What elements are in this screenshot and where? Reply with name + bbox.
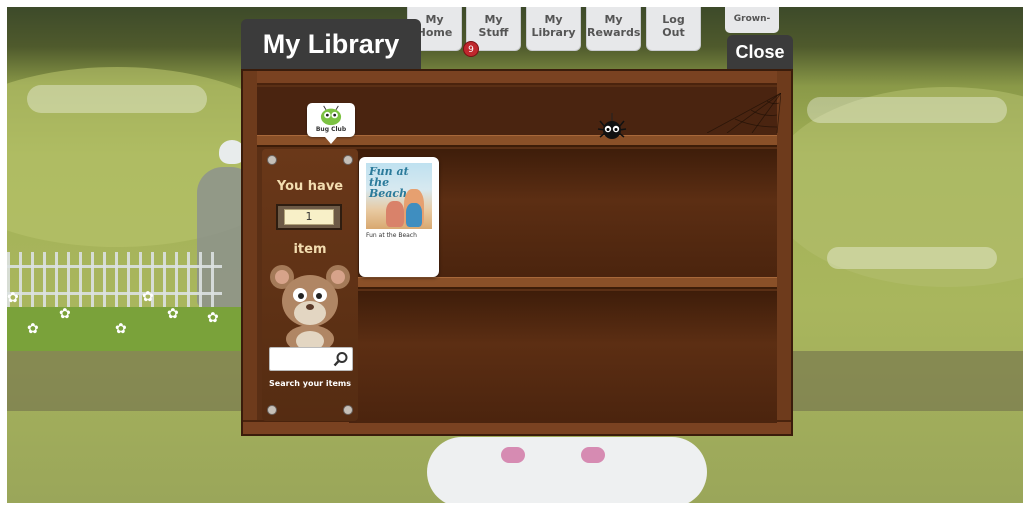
shelf-compartment-lower (357, 291, 777, 423)
close-button[interactable]: Close (727, 35, 793, 69)
bottom-cloud (427, 437, 707, 503)
item-count-value: 1 (284, 209, 334, 225)
bug-club-tab[interactable]: Bug Club (307, 103, 355, 144)
background-cloud (807, 97, 1007, 123)
flower-icon: ✿ (7, 290, 19, 306)
shelf-frame-left (243, 71, 257, 434)
nav-tab-line: My (484, 13, 503, 26)
spider-icon (597, 113, 627, 139)
nav-tab-my-library[interactable]: My Library (526, 7, 581, 51)
mouse-mascot-icon (270, 265, 350, 351)
nav-tab-my-rewards[interactable]: My Rewards (586, 7, 641, 51)
item-label: item (293, 242, 327, 257)
nav-tab-line: Out (662, 26, 685, 39)
flower-icon: ✿ (27, 321, 39, 337)
shelf-plank (357, 277, 777, 289)
character-foot (581, 447, 605, 463)
flower-icon: ✿ (142, 289, 154, 305)
nav-tab-line: Log (662, 13, 685, 26)
nav-tab-line: Rewards (587, 26, 641, 39)
book-cover-title: Fun at the Beach (369, 165, 409, 200)
flower-icon: ✿ (115, 321, 127, 337)
nav-tab-line: My (604, 13, 623, 26)
nav-tab-line: Stuff (478, 26, 509, 39)
fence (7, 252, 222, 312)
modal-title: My Library (241, 19, 421, 69)
item-count-frame: 1 (276, 204, 342, 230)
book-card[interactable]: Fun at the Beach Fun at the Beach (359, 157, 439, 277)
flower-icon: ✿ (207, 310, 219, 326)
grown-ups-button[interactable]: Grown-ups (725, 7, 779, 48)
book-cover-figure (406, 203, 422, 227)
search-input[interactable] (269, 347, 353, 371)
book-title: Fun at the Beach (366, 232, 417, 239)
notification-badge: 9 (463, 41, 479, 57)
bug-club-label: Bug Club (315, 126, 347, 133)
fence-rail (7, 292, 222, 295)
screw-icon (343, 155, 353, 165)
cobweb-icon (707, 93, 781, 133)
fence-rail (7, 265, 222, 268)
book-cover: Fun at the Beach (366, 163, 432, 229)
screw-icon (267, 155, 277, 165)
game-background: ✿ ✿ ✿ ✿ ✿ ✿ ✿ My Home My Stuff 9 My Libr… (7, 7, 1023, 503)
screw-icon (343, 405, 353, 415)
nav-tab-log-out[interactable]: Log Out (646, 7, 701, 51)
you-have-label: You have (276, 179, 344, 194)
flower-icon: ✿ (167, 306, 179, 322)
shelf-frame-top (243, 71, 791, 85)
search-hint: Search your items (269, 379, 351, 388)
item-count-panel: You have 1 item Search your items (262, 149, 358, 421)
nav-tab-line: Library (531, 26, 576, 39)
screw-icon (267, 405, 277, 415)
nav-tab-line: My (544, 13, 563, 26)
search-icon[interactable] (333, 351, 349, 367)
background-cloud (27, 85, 207, 113)
background-cloud (827, 247, 997, 269)
flower-icon: ✿ (59, 306, 71, 322)
book-cover-figure (386, 201, 404, 227)
bug-club-logo-icon (320, 105, 342, 126)
character-foot (501, 447, 525, 463)
